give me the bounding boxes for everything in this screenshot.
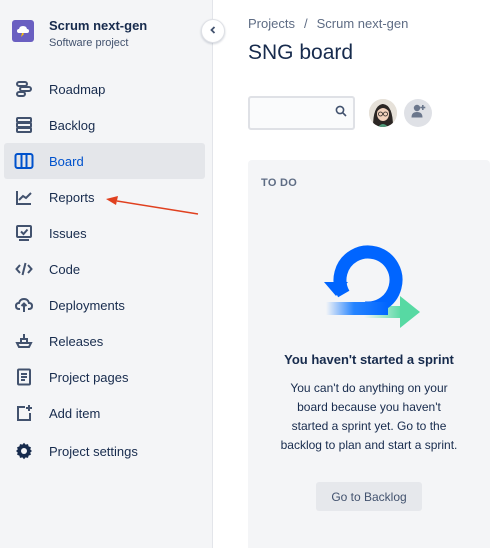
sprint-illustration xyxy=(308,242,428,339)
board-icon xyxy=(14,151,34,171)
search-icon xyxy=(335,104,347,122)
search-input[interactable] xyxy=(248,96,355,130)
sidebar-item-issues[interactable]: Issues xyxy=(4,215,205,251)
add-people-button[interactable] xyxy=(404,99,432,127)
sidebar-item-label: Project pages xyxy=(49,369,129,385)
sidebar-item-label: Add item xyxy=(49,405,101,421)
project-avatar-icon xyxy=(12,20,34,42)
sidebar-item-backlog[interactable]: Backlog xyxy=(4,107,205,143)
issues-icon xyxy=(14,223,34,243)
board-column-todo: TO DO You haven't started a sprint You c… xyxy=(248,160,490,548)
sidebar-item-label: Issues xyxy=(49,225,87,241)
sidebar-item-label: Deployments xyxy=(49,297,125,313)
sidebar-item-label: Roadmap xyxy=(49,81,106,97)
breadcrumb: Projects / Scrum next-gen xyxy=(248,16,408,31)
backlog-icon xyxy=(14,115,34,135)
sidebar-item-label: Reports xyxy=(49,189,95,205)
empty-state-description: You can't do anything on your board beca… xyxy=(280,381,458,452)
sidebar-nav: Roadmap Backlog Board Reports Issues Cod… xyxy=(4,71,205,469)
roadmap-icon xyxy=(14,79,34,99)
sidebar-item-label: Backlog xyxy=(49,117,96,133)
settings-icon xyxy=(14,441,34,461)
project-pages-icon xyxy=(14,367,34,387)
page-title: SNG board xyxy=(248,41,354,64)
sidebar-item-releases[interactable]: Releases xyxy=(4,323,205,359)
sidebar-item-board[interactable]: Board xyxy=(4,143,205,179)
breadcrumb-project-link[interactable]: Scrum next-gen xyxy=(317,16,409,31)
sidebar-item-reports[interactable]: Reports xyxy=(4,179,205,215)
project-header[interactable]: Scrum next-gen Software project xyxy=(12,18,147,50)
project-name: Scrum next-gen xyxy=(49,18,148,33)
deployments-icon xyxy=(14,295,34,315)
project-type: Software project xyxy=(49,37,129,49)
sidebar-item-deployments[interactable]: Deployments xyxy=(4,287,205,323)
column-title: TO DO xyxy=(261,177,298,189)
sidebar-item-label: Code xyxy=(49,261,81,277)
add-people-icon xyxy=(409,102,427,125)
sidebar-item-add-item[interactable]: Add item xyxy=(4,395,205,431)
breadcrumb-projects-link[interactable]: Projects xyxy=(248,16,295,31)
user-avatar[interactable] xyxy=(369,99,397,127)
empty-state-title: You haven't started a sprint xyxy=(284,352,454,367)
add-item-icon xyxy=(14,403,34,423)
main-content: Projects / Scrum next-gen SNG board TO D… xyxy=(214,0,500,548)
sidebar-item-project-pages[interactable]: Project pages xyxy=(4,359,205,395)
go-to-backlog-button[interactable]: Go to Backlog xyxy=(316,482,422,511)
sidebar-item-label: Releases xyxy=(49,333,104,349)
sidebar: Scrum next-gen Software project Roadmap … xyxy=(0,0,213,548)
sidebar-item-label: Board xyxy=(49,153,84,169)
collapse-sidebar-button[interactable] xyxy=(201,19,225,43)
sidebar-item-code[interactable]: Code xyxy=(4,251,205,287)
releases-icon xyxy=(14,331,34,351)
reports-icon xyxy=(14,187,34,207)
sidebar-item-roadmap[interactable]: Roadmap xyxy=(4,71,205,107)
sidebar-item-project-settings[interactable]: Project settings xyxy=(4,433,205,469)
code-icon xyxy=(14,259,34,279)
breadcrumb-separator: / xyxy=(303,16,308,31)
sidebar-item-label: Project settings xyxy=(49,443,138,459)
chevron-left-icon xyxy=(208,22,218,40)
